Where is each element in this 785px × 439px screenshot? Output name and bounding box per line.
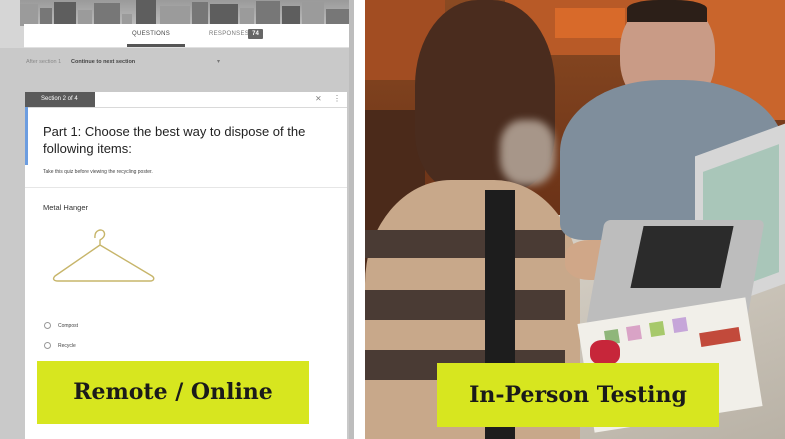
tab-responses[interactable]: RESPONSES [209,31,249,37]
after-section-selector[interactable]: After section 1 Continue to next section… [26,58,236,68]
question-title[interactable]: Metal Hanger [43,203,88,212]
section-divider [25,107,347,108]
form-tabs-bar: QUESTIONS RESPONSES 74 [24,24,350,48]
collapse-icon[interactable]: ⨯ [315,93,322,105]
tab-questions[interactable]: QUESTIONS [132,31,170,37]
question-divider [25,187,347,188]
section-title[interactable]: Part 1: Choose the best way to dispose o… [43,123,339,157]
after-section-label: After section 1 [26,59,62,65]
radio-button[interactable] [44,342,51,349]
active-section-accent [25,107,28,165]
hanger-image [52,229,155,282]
after-section-value[interactable]: Continue to next section [71,59,135,65]
remote-online-label: Remote / Online [37,361,309,424]
dropdown-caret-icon[interactable]: ▾ [217,58,220,65]
radio-button[interactable] [44,322,51,329]
section-description[interactable]: Take this quiz before viewing the recycl… [43,169,153,175]
more-vert-icon[interactable]: ⋮ [333,93,341,105]
option-label: Compost [58,323,79,329]
in-person-testing-label: In-Person Testing [437,363,719,427]
active-tab-indicator [127,44,185,47]
section-badge: Section 2 of 4 [25,92,95,107]
option-label: Recycle [58,343,76,349]
form-header-banner-image [20,0,350,26]
responses-count-badge: 74 [248,29,263,39]
panel-divider [354,0,365,439]
